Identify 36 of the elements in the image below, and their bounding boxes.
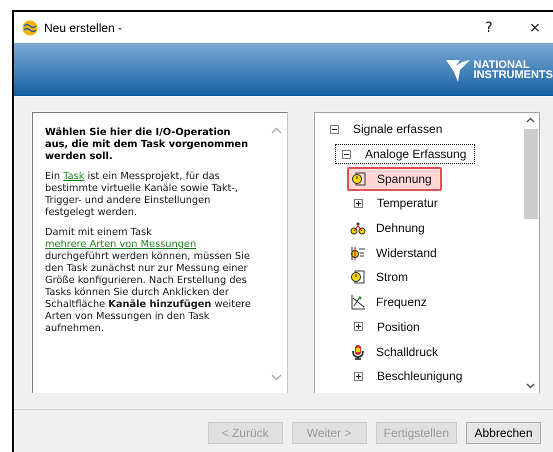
resistor-icon — [350, 244, 366, 261]
expand-icon[interactable] — [354, 198, 363, 208]
tree-item[interactable]: Analoge Erfassung — [335, 144, 476, 164]
meter-icon — [350, 269, 366, 286]
scroll-down-icon[interactable] — [526, 383, 535, 389]
tree-item[interactable]: Signale erfassen — [323, 119, 452, 140]
frequency-icon — [350, 294, 366, 310]
wizard-button[interactable]: Abbrechen — [466, 422, 541, 444]
tree-item[interactable]: Beschleunigung — [347, 366, 472, 386]
tree-item[interactable]: Dehnung — [347, 217, 434, 240]
collapse-icon[interactable] — [342, 150, 351, 159]
tree-item[interactable]: Strom — [347, 266, 418, 288]
logo-text: NATIONAL — [474, 60, 530, 70]
scroll-up-icon[interactable] — [526, 117, 535, 123]
help-link[interactable]: mehrere Arten von Messungen — [45, 239, 196, 250]
tree-item[interactable]: Schalldruck — [347, 340, 448, 363]
tree-item[interactable]: Widerstand — [347, 242, 446, 264]
expand-icon[interactable] — [354, 372, 363, 381]
help-button[interactable]: ? — [469, 14, 509, 42]
help-paragraph: Ein Task ist ein Messprojekt, für das bestimmte virtuelle Kanäle sowie Takt-, Trigger- und andere Einstellungen festgelegt werden. — [45, 171, 240, 219]
expand-icon[interactable] — [354, 322, 363, 332]
help-paragraph: Damit mit einem Task mehrere Arten von Messungen durchgeführt werden können, müssen Sie den Task zunächst nur zur Messung einer Größe konfigurieren. Nach Erstellung des Tasks können Sie durch Anklicken der Schaltfläche Kanäle hinzufügen weitere Arten von Messungen in den Task aufnehmen. — [45, 227, 252, 335]
tree-item[interactable]: Temperatur — [347, 193, 447, 214]
microphone-icon — [350, 344, 366, 360]
tree-item[interactable]: Position — [347, 316, 429, 337]
close-button[interactable]: × — [515, 14, 553, 42]
meter-icon — [351, 170, 367, 187]
strain-gauge-icon — [350, 220, 366, 236]
help-paragraph: Wählen Sie hier die I/O-Operation aus, die mit dem Task vorgenommen werden soll. — [45, 127, 250, 163]
collapse-icon[interactable] — [330, 124, 339, 134]
help-link[interactable]: Task — [63, 171, 84, 182]
window-title: Neu erstellen - — [44, 20, 124, 34]
app-icon — [22, 20, 38, 36]
tree-item[interactable]: Frequenz — [347, 291, 436, 314]
logo-text: INSTRUMENTS — [474, 70, 553, 80]
tree-item[interactable]: Spannung — [347, 166, 442, 191]
